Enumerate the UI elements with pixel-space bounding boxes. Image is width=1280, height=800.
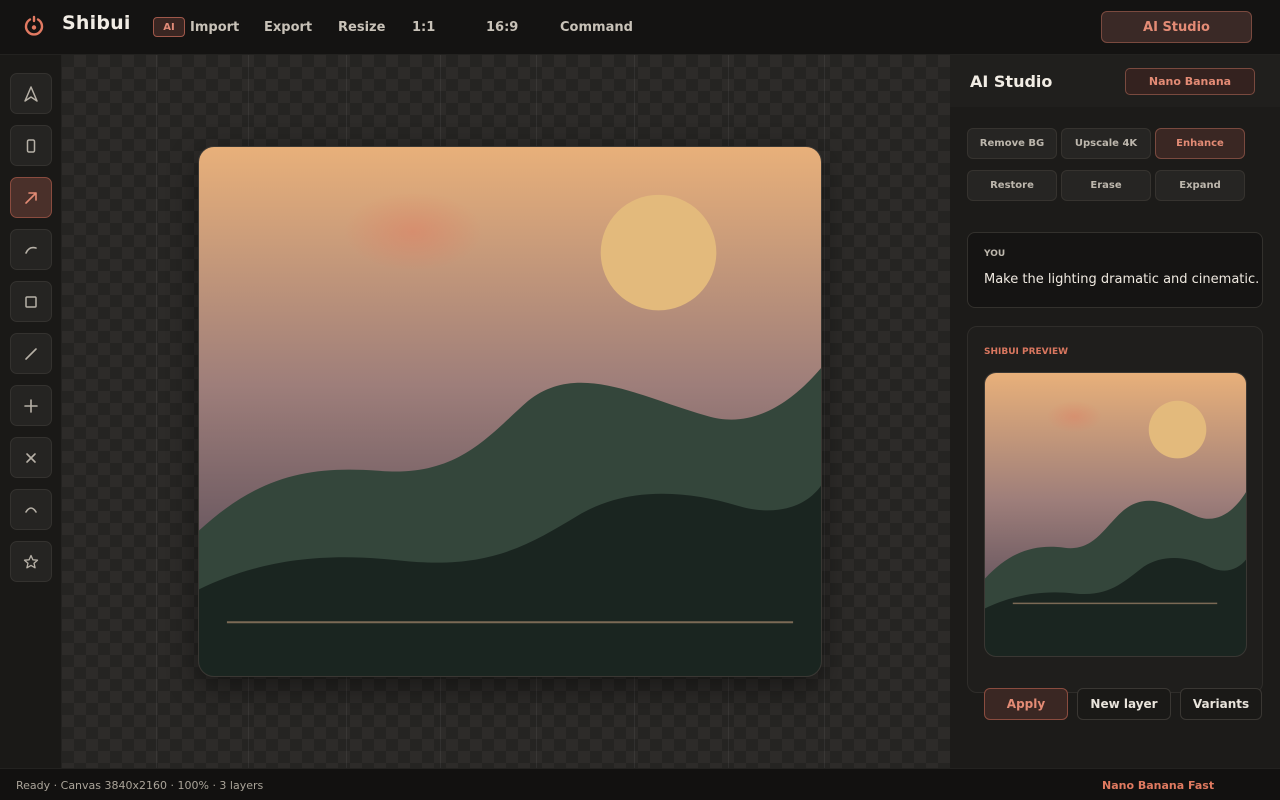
line-tool[interactable] — [10, 333, 52, 374]
message-author-label: YOU — [984, 249, 1006, 259]
model-selector-button[interactable]: Nano Banana — [1125, 68, 1255, 95]
line-icon — [25, 347, 37, 360]
rectangle-tool[interactable] — [10, 281, 52, 322]
user-message-card: YOU Make the lighting dramatic and cinem… — [967, 232, 1263, 308]
preview-image[interactable] — [984, 372, 1247, 657]
preview-label: SHIBUI PREVIEW — [984, 347, 1069, 357]
expand-button[interactable]: Expand — [1155, 170, 1245, 201]
delete-tool[interactable] — [10, 437, 52, 478]
enhance-button[interactable]: Enhance — [1155, 128, 1245, 159]
landscape-illustration — [199, 147, 821, 676]
square-icon — [25, 295, 37, 308]
canvas-area[interactable] — [62, 55, 950, 768]
command-menu[interactable]: Command — [560, 20, 633, 35]
curve-tool[interactable] — [10, 229, 52, 270]
arrow-tool[interactable] — [10, 177, 52, 218]
ratio-16-9-button[interactable]: 16:9 — [486, 20, 518, 35]
app-title: Shibui — [62, 12, 131, 34]
new-layer-button[interactable]: New layer — [1077, 688, 1171, 720]
top-bar: Shibui AI Import Export Resize 1:1 16:9 … — [0, 0, 1280, 55]
panel-header: AI Studio Nano Banana — [950, 55, 1280, 107]
erase-button[interactable]: Erase — [1061, 170, 1151, 201]
preview-landscape — [985, 373, 1246, 656]
close-icon — [26, 452, 36, 463]
plus-icon — [24, 398, 38, 413]
status-text: Ready · Canvas 3840x2160 · 100% · 3 laye… — [16, 779, 264, 792]
select-tool[interactable] — [10, 73, 52, 114]
apply-button[interactable]: Apply — [984, 688, 1068, 720]
add-tool[interactable] — [10, 385, 52, 426]
export-menu[interactable]: Export — [264, 20, 312, 35]
preview-sun-shape — [1148, 400, 1207, 459]
message-text: Make the lighting dramatic and cinematic… — [984, 272, 1260, 287]
panel-title: AI Studio — [970, 72, 1053, 91]
status-bar: Ready · Canvas 3840x2160 · 100% · 3 laye… — [0, 768, 1280, 800]
remove-bg-button[interactable]: Remove BG — [967, 128, 1057, 159]
variants-button[interactable]: Variants — [1180, 688, 1262, 720]
arc-tool[interactable] — [10, 489, 52, 530]
navigation-arrow-icon — [24, 85, 38, 102]
ratio-1-1-button[interactable]: 1:1 — [412, 20, 435, 35]
ai-studio-panel: AI Studio Nano Banana Remove BG Upscale … — [950, 55, 1280, 768]
sun-shape — [600, 194, 717, 311]
guide-line — [824, 55, 825, 768]
rectangle-portrait-icon — [26, 138, 36, 153]
star-icon — [23, 554, 39, 568]
preview-card: SHIBUI PREVIEW — [967, 326, 1263, 693]
resize-menu[interactable]: Resize — [338, 20, 385, 35]
frame-tool[interactable] — [10, 125, 52, 166]
ai-badge: AI — [153, 17, 185, 37]
artboard-image[interactable] — [198, 146, 822, 677]
favorite-tool[interactable] — [10, 541, 52, 582]
curve-icon — [25, 246, 37, 254]
logo-icon — [24, 15, 44, 36]
upscale-4k-button[interactable]: Upscale 4K — [1061, 128, 1151, 159]
chevron-up-icon — [25, 506, 37, 513]
restore-button[interactable]: Restore — [967, 170, 1057, 201]
model-status-text: Nano Banana Fast — [1102, 779, 1215, 792]
tool-rail — [0, 55, 62, 768]
import-menu[interactable]: Import — [190, 20, 239, 35]
guide-line — [156, 55, 157, 768]
ai-studio-button[interactable]: AI Studio — [1101, 11, 1252, 43]
arrow-up-right-icon — [25, 191, 37, 204]
